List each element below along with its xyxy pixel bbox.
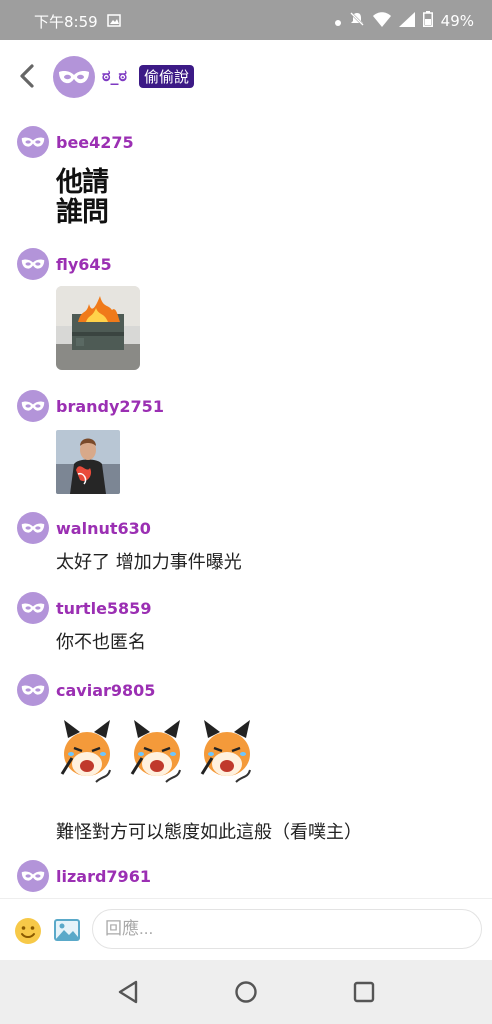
emoji-icon[interactable] [14, 917, 42, 945]
wifi-icon [372, 11, 391, 31]
list-item: fly645 [0, 248, 492, 372]
status-icons: 49% [334, 11, 474, 31]
list-item: lizard7961 [0, 860, 492, 898]
nav-home-icon[interactable] [232, 978, 260, 1006]
comment-text: 難怪對方可以態度如此這般（看噗主） [56, 822, 362, 843]
username[interactable]: fly645 [56, 255, 112, 274]
list-item: walnut630 太好了 增加力事件曝光 [0, 512, 492, 582]
mask-icon[interactable] [17, 860, 49, 892]
comment-list: bee4275 他請 誰問 fly645 brandy2751 walnut63… [0, 114, 492, 898]
comment-text: 太好了 增加力事件曝光 [56, 552, 242, 573]
crying-fox-icon[interactable] [56, 718, 118, 786]
dot-icon [334, 12, 341, 30]
list-item: caviar9805 難怪對方可以態度如此這般（看噗主） [0, 674, 492, 854]
reply-input[interactable] [92, 909, 482, 949]
username[interactable]: bee4275 [56, 133, 134, 152]
mask-icon[interactable] [53, 56, 95, 98]
comment-text: 你不也匿名 [56, 632, 146, 653]
text-sticker[interactable]: 他請 誰問 [56, 168, 120, 232]
gallery-notification-icon [107, 13, 121, 31]
list-item: bee4275 他請 誰問 [0, 126, 492, 238]
nav-back-icon[interactable] [114, 978, 142, 1006]
anonymous-badge: 偷偷說 [139, 65, 195, 88]
crying-fox-icon[interactable] [126, 718, 188, 786]
mask-icon[interactable] [17, 390, 49, 422]
mask-icon[interactable] [17, 674, 49, 706]
sticker-line: 他請 [56, 167, 109, 198]
nav-recents-icon[interactable] [350, 978, 378, 1006]
mask-icon[interactable] [17, 126, 49, 158]
mask-icon[interactable] [17, 512, 49, 544]
image-thumbnail[interactable] [56, 430, 120, 494]
sticker-row [56, 718, 256, 788]
page-title: ಠ_ಠ [102, 66, 127, 85]
username[interactable]: lizard7961 [56, 867, 151, 886]
username[interactable]: turtle5859 [56, 599, 151, 618]
status-time: 下午8:59 [34, 13, 98, 31]
battery-icon [422, 11, 433, 31]
image-thumbnail[interactable] [56, 286, 140, 370]
status-bar: 下午8:59 49% [0, 0, 492, 40]
reply-bar [0, 898, 492, 961]
crying-fox-icon[interactable] [196, 718, 258, 786]
mute-icon [349, 11, 365, 31]
system-nav-bar [0, 960, 492, 1024]
app-bar: ಠ_ಠ 偷偷說 [0, 40, 492, 114]
sticker-line: 誰問 [56, 197, 109, 228]
image-icon[interactable] [53, 916, 81, 944]
back-arrow-icon[interactable] [12, 60, 44, 92]
signal-icon [398, 11, 415, 31]
mask-icon[interactable] [17, 248, 49, 280]
list-item: brandy2751 [0, 390, 492, 498]
username[interactable]: walnut630 [56, 519, 151, 538]
username[interactable]: caviar9805 [56, 681, 155, 700]
mask-icon[interactable] [17, 592, 49, 624]
list-item: turtle5859 你不也匿名 [0, 592, 492, 662]
battery-percent: 49% [440, 12, 474, 30]
username[interactable]: brandy2751 [56, 397, 164, 416]
